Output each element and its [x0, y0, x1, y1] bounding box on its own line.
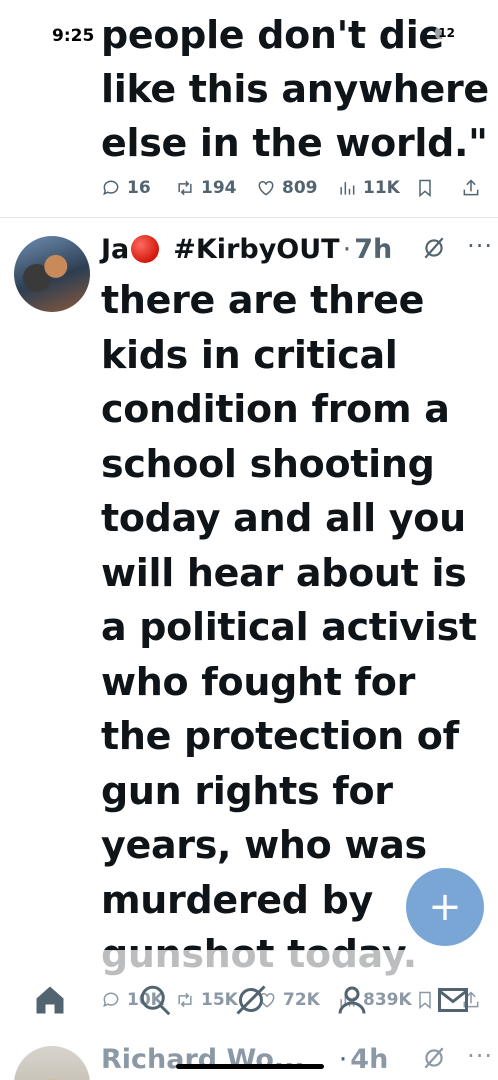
tab-grok[interactable]: [231, 980, 271, 1020]
bookmark-button[interactable]: [415, 178, 435, 198]
tab-search[interactable]: [135, 980, 175, 1020]
share-button[interactable]: [461, 178, 481, 198]
separator: ·: [338, 1043, 348, 1075]
separator: ·: [342, 233, 352, 265]
envelope-icon: [438, 988, 468, 1012]
more-icon[interactable]: ···: [467, 232, 493, 260]
avatar[interactable]: [14, 236, 90, 312]
people-icon: [338, 986, 366, 1014]
repost-icon: [178, 180, 192, 196]
bookmark-icon: [419, 179, 431, 198]
grok-icon: [236, 985, 266, 1015]
status-indicator: 12: [435, 26, 458, 40]
tweet-header: Richard Wo... · 4h ···: [101, 1042, 493, 1076]
avatar[interactable]: [14, 1046, 90, 1080]
reply-button[interactable]: 16: [101, 178, 151, 198]
red-circle-icon: [131, 235, 160, 263]
status-bar: 9:25 12: [0, 0, 498, 60]
tweet-time[interactable]: 4h: [350, 1044, 388, 1075]
plus-icon: +: [428, 884, 462, 930]
grok-icon[interactable]: [421, 235, 447, 261]
views-count: 11K: [363, 178, 400, 198]
share-icon: [463, 179, 479, 196]
tab-communities[interactable]: [332, 980, 372, 1020]
more-icon[interactable]: ···: [467, 1042, 493, 1070]
views-button[interactable]: 11K: [337, 178, 400, 198]
reply-icon: [103, 180, 119, 196]
heart-icon: [258, 180, 274, 196]
status-time: 9:25: [52, 26, 95, 46]
author-hashtag[interactable]: #KirbyOUT: [173, 234, 339, 265]
grok-icon[interactable]: [421, 1045, 447, 1071]
tweet-header: Ja #KirbyOUT · 7h ···: [101, 232, 493, 266]
like-count: 809: [282, 178, 318, 198]
tweet-actions: 16 194 809 11K: [101, 172, 493, 204]
repost-button[interactable]: 194: [175, 178, 237, 198]
author-name[interactable]: Richard Wo...: [101, 1044, 305, 1075]
bottom-tab-bar: [0, 972, 498, 1028]
divider: [0, 217, 498, 218]
home-indicator[interactable]: [176, 1064, 324, 1069]
tab-home[interactable]: [30, 980, 70, 1020]
views-icon: [340, 182, 355, 195]
compose-button[interactable]: +: [406, 868, 484, 946]
home-icon: [36, 986, 64, 1014]
reply-count: 16: [127, 178, 151, 198]
tweet-time[interactable]: 7h: [354, 234, 392, 265]
repost-count: 194: [201, 178, 237, 198]
author-name[interactable]: Ja: [101, 234, 129, 265]
tab-messages[interactable]: [433, 980, 473, 1020]
like-button[interactable]: 809: [256, 178, 318, 198]
search-icon: [140, 985, 171, 1016]
